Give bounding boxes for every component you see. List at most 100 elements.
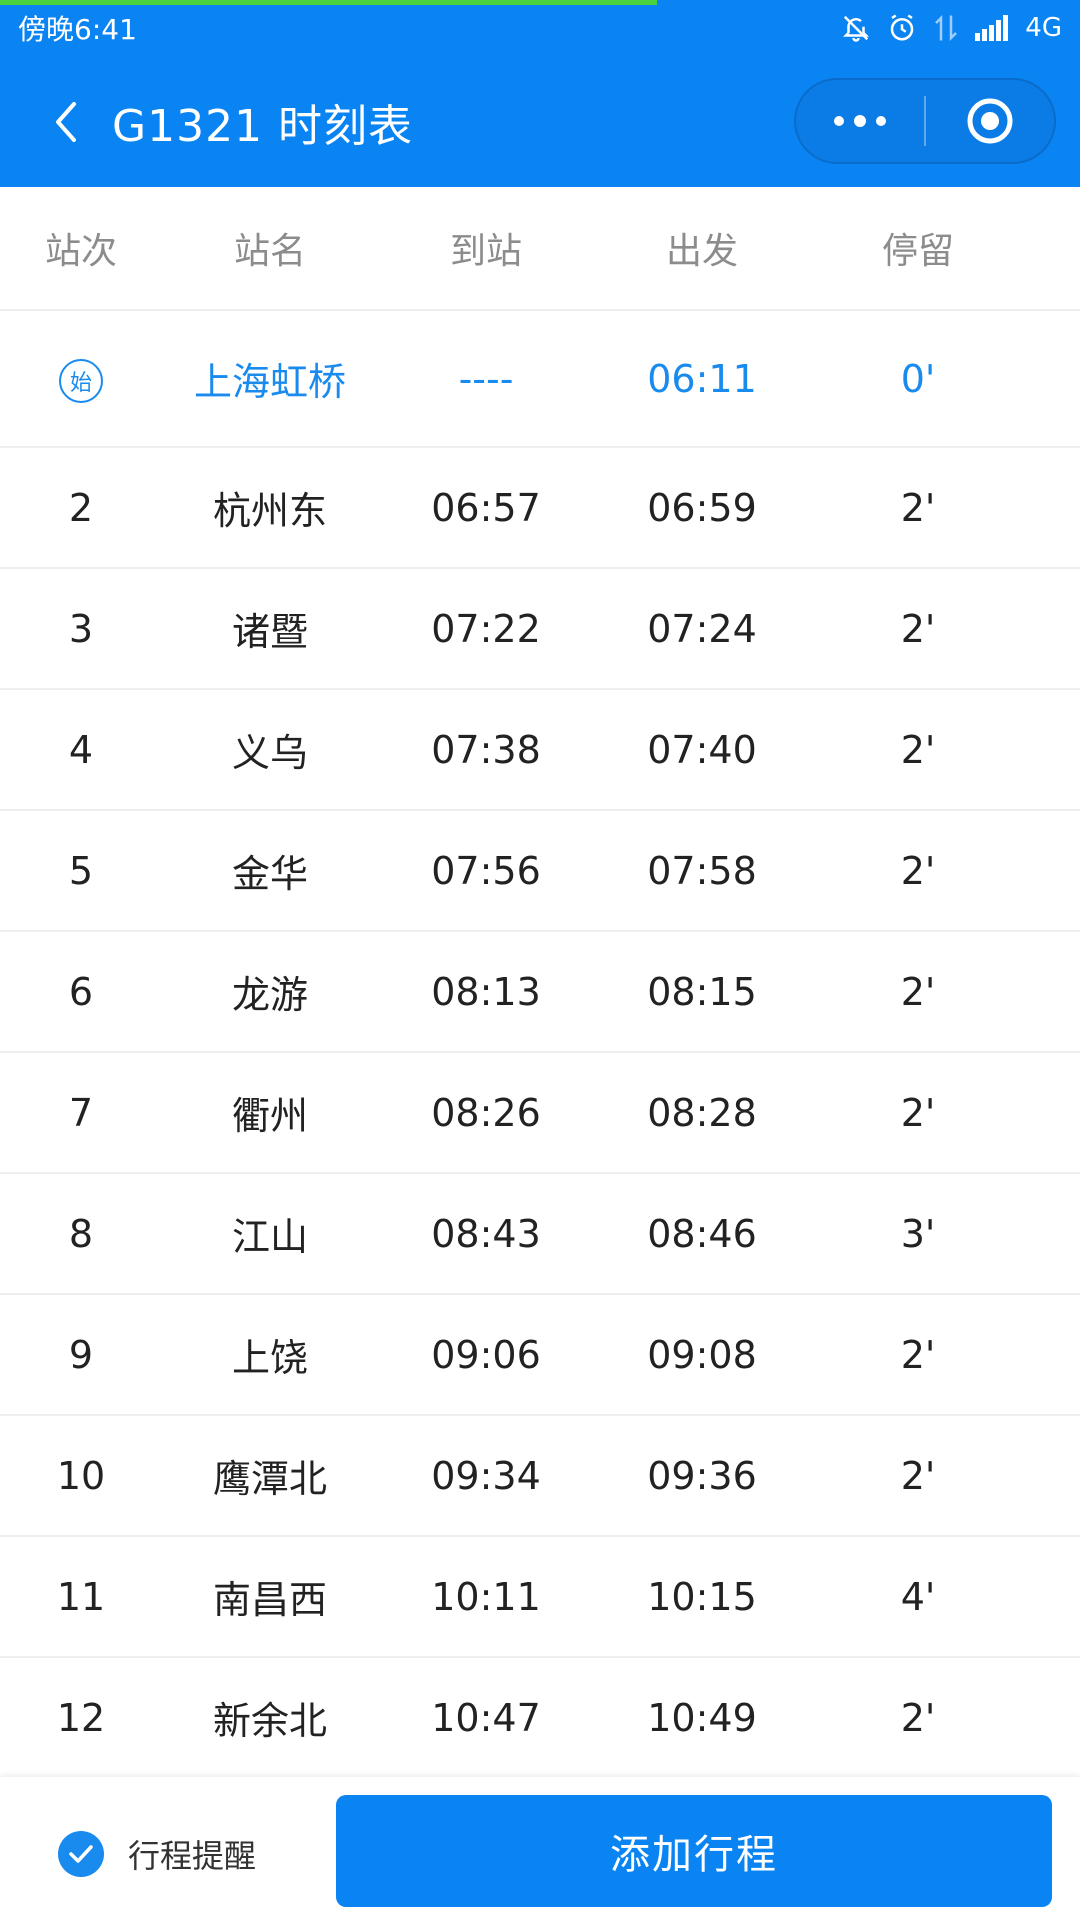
table-header: 站次 站名 到站 出发 停留 <box>0 187 1080 311</box>
station-cell: 上饶 <box>231 1336 308 1380</box>
arrive-cell: 08:43 <box>431 1211 541 1256</box>
arrive-cell: 10:47 <box>431 1695 541 1740</box>
mute-bell-icon <box>843 15 870 42</box>
stop-no-cell: 12 <box>56 1695 106 1740</box>
header-station: 站名 <box>233 231 306 272</box>
stop-no-cell: 2 <box>68 485 94 530</box>
close-miniprogram-button[interactable] <box>926 80 1054 162</box>
depart-cell: 09:36 <box>647 1453 757 1498</box>
page-title: G1321 时刻表 <box>112 100 414 152</box>
start-station-badge: 始 <box>59 358 103 403</box>
depart-cell: 08:28 <box>647 1090 757 1135</box>
header-stop-no: 站次 <box>44 231 117 272</box>
depart-cell: 06:11 <box>647 356 757 401</box>
depart-cell: 10:15 <box>647 1574 757 1619</box>
bottom-action-bar: 行程提醒 添加行程 <box>0 1777 1080 1920</box>
more-button[interactable] <box>796 80 924 162</box>
stop-no-cell: 11 <box>56 1574 106 1619</box>
table-row: 6 龙游 08:13 08:15 2' <box>0 932 1080 1053</box>
data-transfer-icon <box>935 14 958 42</box>
stay-cell: 3' <box>900 1211 936 1256</box>
stop-no-cell: 3 <box>68 606 94 651</box>
table-row: 10 鹰潭北 09:34 09:36 2' <box>0 1416 1080 1537</box>
depart-cell: 08:15 <box>647 969 757 1014</box>
status-icons: 4G <box>841 13 1062 43</box>
depart-cell: 07:24 <box>647 606 757 651</box>
arrive-cell: 07:22 <box>431 606 541 651</box>
depart-cell: 08:46 <box>647 1211 757 1256</box>
stay-cell: 2' <box>900 727 936 772</box>
app-header: 傍晚6:41 4G G1321 时刻表 <box>0 0 1080 187</box>
status-time: 傍晚6:41 <box>18 13 137 46</box>
depart-cell: 06:59 <box>647 485 757 530</box>
station-cell: 杭州东 <box>212 489 327 533</box>
header-stay: 停留 <box>881 231 954 272</box>
stop-no-cell: 7 <box>68 1090 94 1135</box>
status-bar: 傍晚6:41 4G <box>0 0 1080 56</box>
stop-no-cell: 9 <box>68 1332 94 1377</box>
station-cell: 诸暨 <box>231 610 308 654</box>
stay-cell: 0' <box>900 356 936 401</box>
stay-cell: 2' <box>900 848 936 893</box>
arrive-cell: 07:38 <box>431 727 541 772</box>
stay-cell: 2' <box>900 485 936 530</box>
arrive-cell: 09:34 <box>431 1453 541 1498</box>
table-row: 5 金华 07:56 07:58 2' <box>0 811 1080 932</box>
arrive-cell: 08:13 <box>431 969 541 1014</box>
stay-cell: 2' <box>900 1090 936 1135</box>
station-cell: 新余北 <box>212 1699 327 1743</box>
navigation-bar: G1321 时刻表 <box>0 56 1080 187</box>
table-row: 9 上饶 09:06 09:08 2' <box>0 1295 1080 1416</box>
table-row: 7 衢州 08:26 08:28 2' <box>0 1053 1080 1174</box>
chevron-left-icon <box>56 101 76 142</box>
stop-no-cell: 10 <box>56 1453 106 1498</box>
table-row: 4 义乌 07:38 07:40 2' <box>0 690 1080 811</box>
stay-cell: 2' <box>900 969 936 1014</box>
reminder-checkbox[interactable] <box>58 1831 104 1877</box>
network-type: 4G <box>1025 13 1062 43</box>
station-cell: 江山 <box>231 1215 308 1259</box>
arrive-cell: 07:56 <box>431 848 541 893</box>
header-depart: 出发 <box>665 231 738 272</box>
stop-no-cell: 4 <box>68 727 94 772</box>
stay-cell: 4' <box>900 1574 936 1619</box>
table-row: 11 南昌西 10:11 10:15 4' <box>0 1537 1080 1658</box>
table-row: 2 杭州东 06:57 06:59 2' <box>0 448 1080 569</box>
header-arrive: 到站 <box>449 231 522 272</box>
depart-cell: 09:08 <box>647 1332 757 1377</box>
station-cell: 上海虹桥 <box>193 360 346 404</box>
stop-no-cell: 6 <box>68 969 94 1014</box>
stay-cell: 2' <box>900 1332 936 1377</box>
alarm-icon <box>891 14 914 41</box>
add-trip-button[interactable]: 添加行程 <box>336 1795 1052 1907</box>
station-cell: 龙游 <box>231 973 308 1017</box>
more-dots-icon <box>834 115 886 127</box>
stop-no-cell: 8 <box>68 1211 94 1256</box>
stay-cell: 2' <box>900 1453 936 1498</box>
station-cell: 鹰潭北 <box>212 1457 327 1501</box>
stay-cell: 2' <box>900 1695 936 1740</box>
back-button[interactable] <box>30 86 102 158</box>
target-circle-icon <box>967 98 1013 144</box>
depart-cell: 10:49 <box>647 1695 757 1740</box>
arrive-cell: 08:26 <box>431 1090 541 1135</box>
arrive-cell: 09:06 <box>431 1332 541 1377</box>
arrive-cell: 10:11 <box>431 1574 541 1619</box>
station-cell: 义乌 <box>231 731 308 775</box>
stop-no-cell: 5 <box>68 848 94 893</box>
table-row: 12 新余北 10:47 10:49 2' <box>0 1658 1080 1779</box>
depart-cell: 07:40 <box>647 727 757 772</box>
reminder-label: 行程提醒 <box>128 1837 257 1875</box>
trip-reminder-toggle[interactable]: 行程提醒 <box>58 1831 256 1877</box>
table-row: 8 江山 08:43 08:46 3' <box>0 1174 1080 1295</box>
check-icon <box>69 1845 93 1863</box>
station-cell: 金华 <box>231 852 308 896</box>
signal-icon <box>975 15 1009 41</box>
stop-no-cell: 始 <box>0 355 162 403</box>
arrive-cell: 06:57 <box>431 485 541 530</box>
arrive-cell: ---- <box>458 356 514 401</box>
stay-cell: 2' <box>900 606 936 651</box>
table-row: 始 上海虹桥 ---- 06:11 0' <box>0 311 1080 448</box>
table-row: 3 诸暨 07:22 07:24 2' <box>0 569 1080 690</box>
mini-program-capsule <box>794 78 1056 164</box>
